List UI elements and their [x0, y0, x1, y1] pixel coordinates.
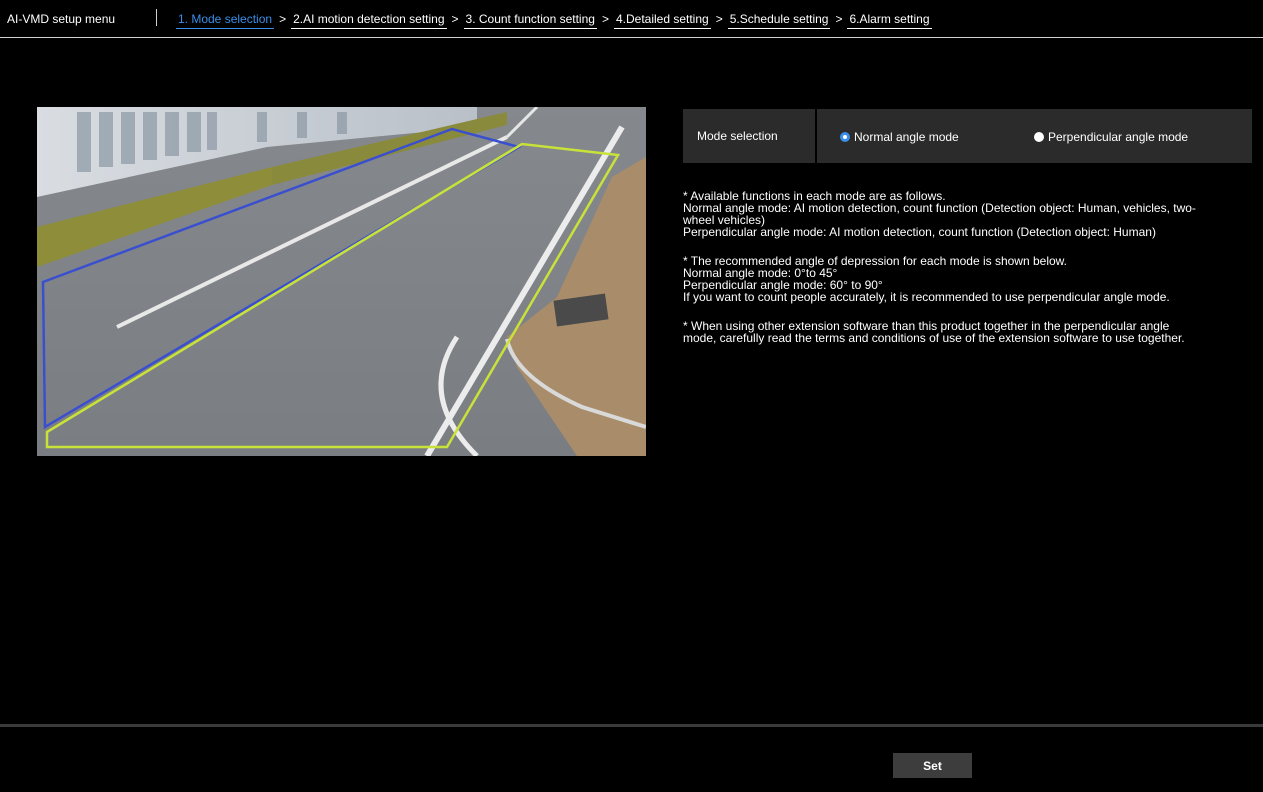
info-line: mode, carefully read the terms and condi… — [683, 331, 1185, 345]
normal-angle-mode-radio[interactable]: Normal angle mode — [840, 130, 959, 144]
step-arrow: > — [601, 12, 609, 26]
normal-angle-mode-label: Normal angle mode — [854, 130, 959, 144]
perpendicular-angle-mode-label: Perpendicular angle mode — [1048, 130, 1189, 144]
radio-checked-icon[interactable] — [840, 132, 850, 142]
info-line: Perpendicular angle mode: AI motion dete… — [683, 225, 1156, 239]
info-line: If you want to count people accurately, … — [683, 290, 1170, 304]
step-mode-selection[interactable]: 1. Mode selection — [176, 12, 275, 29]
step-arrow: > — [279, 12, 287, 26]
step-arrow: > — [715, 12, 723, 26]
footer-divider — [0, 724, 1263, 727]
camera-preview-image — [37, 107, 646, 456]
app-title: AI-VMD setup menu — [7, 12, 116, 26]
step-schedule-setting[interactable]: 5.Schedule setting — [727, 12, 831, 29]
mode-selection-panel: Mode selection Normal angle mode Perpend… — [683, 109, 1252, 163]
title-divider — [156, 9, 157, 26]
mode-selection-label: Mode selection — [697, 129, 778, 143]
available-functions-note: * Available functions in each mode are a… — [683, 190, 1258, 238]
step-arrow: > — [451, 12, 459, 26]
radio-unchecked-icon[interactable] — [1034, 132, 1044, 142]
step-alarm-setting[interactable]: 6.Alarm setting — [847, 12, 932, 29]
recommended-angle-note: * The recommended angle of depression fo… — [683, 255, 1258, 303]
mode-info-text: * Available functions in each mode are a… — [683, 190, 1258, 361]
step-count-function-setting[interactable]: 3. Count function setting — [463, 12, 597, 29]
perpendicular-angle-mode-radio[interactable]: Perpendicular angle mode — [1034, 130, 1188, 144]
step-ai-motion-detection-setting[interactable]: 2.AI motion detection setting — [291, 12, 447, 29]
setup-page: AI-VMD setup menu 1. Mode selection >2.AI… — [0, 0, 1263, 792]
step-arrow: > — [835, 12, 843, 26]
top-navigation-bar: AI-VMD setup menu 1. Mode selection >2.AI… — [0, 0, 1263, 38]
step-detailed-setting[interactable]: 4.Detailed setting — [613, 12, 711, 29]
mode-selection-label-cell: Mode selection — [683, 109, 817, 163]
extension-software-note: * When using other extension software th… — [683, 320, 1258, 344]
step-breadcrumb: 1. Mode selection >2.AI motion detection … — [176, 12, 932, 29]
info-line: Normal angle mode: AI motion detection, … — [683, 201, 1196, 215]
set-button[interactable]: Set — [893, 753, 972, 778]
